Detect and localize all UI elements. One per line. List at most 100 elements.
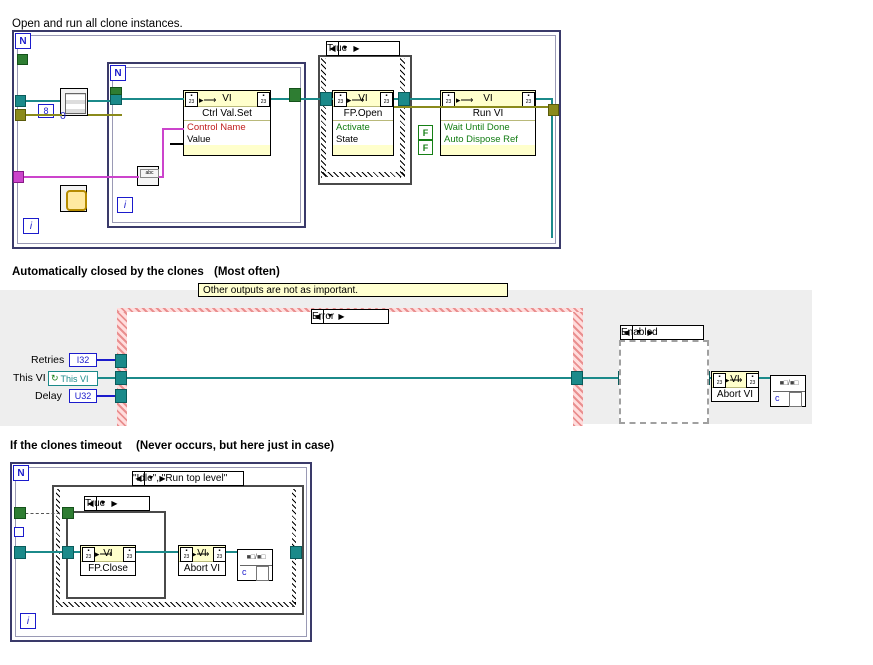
comment-other-outputs-text: Other outputs are not as important. [203,284,359,296]
ctrl-val-set-terminal-control-name: Control Name [184,121,270,133]
error-handler-glyph-icon-section3: ■□/■□ [240,551,272,566]
ctrl-val-set-terminal-value: Value [184,133,270,145]
idle-run-case-hatch-bottom [56,602,296,607]
this-vi-terminal[interactable]: ↻ This VI [48,371,98,386]
fp-open-sub: FP.Open [333,107,393,121]
idle-run-case-hatch-left [56,489,60,607]
label-retries: Retries [31,354,65,366]
wire-value-to-ctrl [170,143,184,145]
wire-this-vi-main [127,377,573,379]
fp-open-case-hatch-left [321,58,326,178]
ctrl-val-set-right-glyph-icon: ▪ 23 [257,92,270,107]
true-case-next-arrow-icon-s3[interactable]: ▶ [109,497,120,510]
abort-vi-arrow-icon-section2: ▸⟶ [725,375,743,385]
wire-s3-abort-to-handler [226,551,237,553]
timeout-loop-count-N: N [13,465,29,481]
retries-terminal[interactable]: I32 [69,353,97,367]
case-selector-true-section3[interactable]: ◀ True ▼ ▶ [84,496,150,511]
ctrl-val-set-left-glyph-icon: ▪ 23 [185,92,198,107]
enabled-ring-label: Enabled [621,327,658,338]
error-handler-node-section3[interactable]: ■□/■□ c [237,549,273,581]
section-1-caption: Open and run all clone instances. [12,18,183,30]
case-selector-idle-run[interactable]: ◀ "Idle", "Run top level" ▼ ▶ [132,471,244,486]
this-vi-icon: ↻ [51,373,59,383]
tunnel-case-left [320,92,332,106]
abort-vi-right-glyph-icon-section2: ▪ 23 [746,373,759,388]
wire-teal-node-to-loop [88,100,110,102]
retries-type-label: I32 [76,355,90,365]
tunnel-case-right-teal [398,92,410,106]
inner-loop-index-i: i [117,197,133,213]
auto-dispose-ref-false-constant[interactable]: F [418,140,433,155]
error-case-label: Error [312,311,335,322]
case-next-arrow-icon[interactable]: ▶ [351,42,362,55]
wire-s3-fpclose-to-abort [136,551,178,553]
error-handler-page-icon-section3 [256,566,269,581]
case-selector-label: True [327,43,348,54]
section-3-note: (Never occurs, but here just in case) [136,440,335,452]
wire-magenta-to-ctrl [162,128,184,130]
tunnel-s3-right-teal [290,546,302,559]
run-vi-sub: Run VI [441,107,535,121]
wire-magenta-short [159,176,164,178]
fp-open-left-glyph-icon: ▪ 23 [334,92,347,107]
inner-loop-count-N: N [110,65,126,81]
tunnel-s3-left-green [14,507,26,519]
this-vi-label: This VI [60,373,89,384]
wait-until-done-false-constant[interactable]: F [418,125,433,140]
tunnel-outer-left-olive [15,109,26,121]
delay-terminal[interactable]: U32 [69,389,97,403]
run-vi-arrow-icon: ▸⟶ [456,95,474,105]
abc-icon: abc [140,169,159,178]
tunnel-inner-left-green [110,87,122,95]
error-handler-page-icon-section2 [789,392,802,407]
wire-olive-mid [88,114,122,116]
error-handler-glyph-icon-section2: ■□/■□ [773,377,805,392]
fp-open-terminal-state: State [333,133,393,145]
abort-vi-arrow-icon-section3: ▸⟶ [192,549,210,559]
fp-open-terminal-activate: Activate [333,121,393,133]
label-delay: Delay [35,390,62,402]
delay-type-label: U32 [74,391,92,401]
timing-icon-node[interactable] [60,185,87,212]
tunnel-error-left-3 [115,389,127,403]
error-case-next-arrow-icon[interactable]: ▶ [336,310,347,323]
fp-close-left-glyph-icon: ▪ 23 [82,547,95,562]
true-case-label-s3: True [85,498,106,509]
s3-small-constant[interactable] [14,527,24,537]
abort-vi-sub-section2: Abort VI [712,388,758,401]
timeout-loop-index-i: i [20,613,36,629]
label-this-vi: This VI [13,372,46,384]
tunnel-s3-case-green [62,507,74,519]
wire-magenta-low [14,176,139,178]
tunnel-s3-case-teal [62,546,74,559]
wire-teal-inner-to-ctrl [120,98,184,100]
fp-close-arrow-icon: ▸⟶ [95,549,113,559]
tunnel-outer-right-olive [548,104,559,116]
tunnel-error-left-1 [115,354,127,368]
enabled-ring-selector[interactable]: ◀ Enabled ▼ ▶ [620,325,704,340]
case-selector-error[interactable]: ◀ Error ▼ ▶ [311,309,389,324]
section-2-caption: Automatically closed by the clones [12,266,204,278]
tunnel-error-left-2 [115,371,127,385]
run-vi-terminal-auto-dispose-ref: Auto Dispose Ref [441,133,535,145]
idle-run-case-label: "Idle", "Run top level" [133,473,228,484]
section-2-note: (Most often) [214,266,280,278]
wire-teal-top-main [22,100,60,102]
tunnel-outer-left-teal [15,95,26,107]
fp-open-case-hatch-bottom [321,172,405,177]
abort-vi-right-glyph-icon-section3: ▪ 23 [213,547,226,562]
fp-open-case-hatch-right [400,58,405,178]
string-to-value-node[interactable]: abc [137,166,159,186]
case-selector-true-section1[interactable]: ◀ True ▼ ▶ [326,41,400,56]
wire-magenta-riser [162,128,164,176]
index-constant-0: 0 [60,110,66,122]
tunnel-outer-top-green [17,54,28,65]
error-handler-node-section2[interactable]: ■□/■□ c [770,375,806,407]
section-3-caption: If the clones timeout [10,440,122,452]
wire-teal-runvi-out [536,98,552,100]
clock-icon [66,190,87,211]
run-vi-right-glyph-icon: ▪ 23 [522,92,535,107]
ctrl-val-set-arrow-icon: ▸⟶ [199,95,217,105]
run-vi-terminal-wait-until-done: Wait Until Done [441,121,535,133]
